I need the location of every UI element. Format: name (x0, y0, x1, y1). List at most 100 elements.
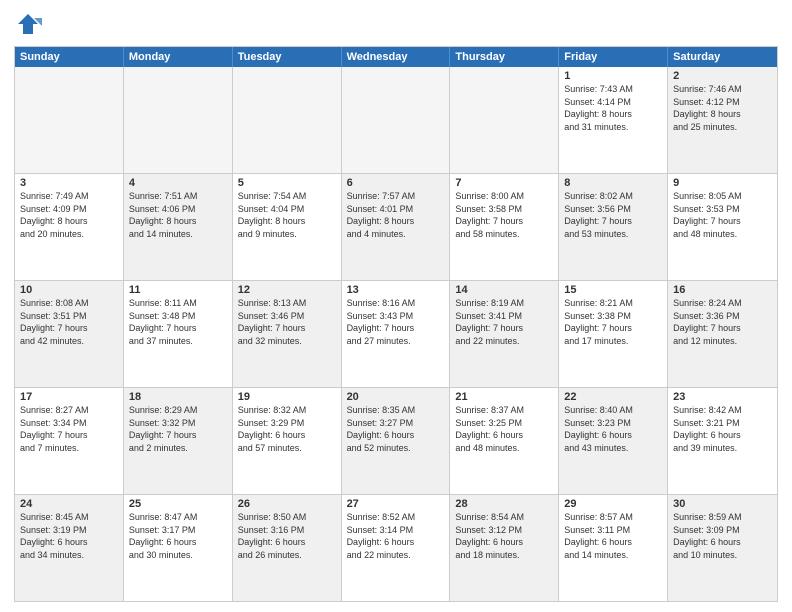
cell-info: Sunrise: 7:54 AM Sunset: 4:04 PM Dayligh… (238, 190, 336, 240)
cell-info: Sunrise: 7:57 AM Sunset: 4:01 PM Dayligh… (347, 190, 445, 240)
weekday-header: Monday (124, 47, 233, 67)
day-number: 12 (238, 284, 336, 296)
calendar-cell: 15Sunrise: 8:21 AM Sunset: 3:38 PM Dayli… (559, 281, 668, 387)
day-number: 25 (129, 498, 227, 510)
weekday-header: Friday (559, 47, 668, 67)
calendar-cell: 25Sunrise: 8:47 AM Sunset: 3:17 PM Dayli… (124, 495, 233, 601)
calendar-cell: 21Sunrise: 8:37 AM Sunset: 3:25 PM Dayli… (450, 388, 559, 494)
calendar-row: 3Sunrise: 7:49 AM Sunset: 4:09 PM Daylig… (15, 173, 777, 280)
calendar-cell: 5Sunrise: 7:54 AM Sunset: 4:04 PM Daylig… (233, 174, 342, 280)
day-number: 8 (564, 177, 662, 189)
calendar-cell: 18Sunrise: 8:29 AM Sunset: 3:32 PM Dayli… (124, 388, 233, 494)
calendar-cell: 17Sunrise: 8:27 AM Sunset: 3:34 PM Dayli… (15, 388, 124, 494)
day-number: 3 (20, 177, 118, 189)
calendar-row: 24Sunrise: 8:45 AM Sunset: 3:19 PM Dayli… (15, 494, 777, 601)
calendar-cell: 3Sunrise: 7:49 AM Sunset: 4:09 PM Daylig… (15, 174, 124, 280)
cell-info: Sunrise: 8:54 AM Sunset: 3:12 PM Dayligh… (455, 511, 553, 561)
calendar-cell: 12Sunrise: 8:13 AM Sunset: 3:46 PM Dayli… (233, 281, 342, 387)
calendar-cell: 6Sunrise: 7:57 AM Sunset: 4:01 PM Daylig… (342, 174, 451, 280)
calendar-cell: 2Sunrise: 7:46 AM Sunset: 4:12 PM Daylig… (668, 67, 777, 173)
cell-info: Sunrise: 8:13 AM Sunset: 3:46 PM Dayligh… (238, 297, 336, 347)
calendar-cell: 7Sunrise: 8:00 AM Sunset: 3:58 PM Daylig… (450, 174, 559, 280)
calendar-cell: 19Sunrise: 8:32 AM Sunset: 3:29 PM Dayli… (233, 388, 342, 494)
calendar-cell: 14Sunrise: 8:19 AM Sunset: 3:41 PM Dayli… (450, 281, 559, 387)
cell-info: Sunrise: 8:16 AM Sunset: 3:43 PM Dayligh… (347, 297, 445, 347)
day-number: 13 (347, 284, 445, 296)
cell-info: Sunrise: 8:47 AM Sunset: 3:17 PM Dayligh… (129, 511, 227, 561)
calendar-cell: 1Sunrise: 7:43 AM Sunset: 4:14 PM Daylig… (559, 67, 668, 173)
cell-info: Sunrise: 8:42 AM Sunset: 3:21 PM Dayligh… (673, 404, 772, 454)
cell-info: Sunrise: 8:59 AM Sunset: 3:09 PM Dayligh… (673, 511, 772, 561)
cell-info: Sunrise: 8:21 AM Sunset: 3:38 PM Dayligh… (564, 297, 662, 347)
calendar-row: 10Sunrise: 8:08 AM Sunset: 3:51 PM Dayli… (15, 280, 777, 387)
calendar-cell: 22Sunrise: 8:40 AM Sunset: 3:23 PM Dayli… (559, 388, 668, 494)
calendar-cell: 27Sunrise: 8:52 AM Sunset: 3:14 PM Dayli… (342, 495, 451, 601)
calendar-cell: 29Sunrise: 8:57 AM Sunset: 3:11 PM Dayli… (559, 495, 668, 601)
day-number: 28 (455, 498, 553, 510)
day-number: 24 (20, 498, 118, 510)
day-number: 19 (238, 391, 336, 403)
day-number: 22 (564, 391, 662, 403)
day-number: 17 (20, 391, 118, 403)
day-number: 16 (673, 284, 772, 296)
day-number: 14 (455, 284, 553, 296)
calendar-cell: 8Sunrise: 8:02 AM Sunset: 3:56 PM Daylig… (559, 174, 668, 280)
cell-info: Sunrise: 8:29 AM Sunset: 3:32 PM Dayligh… (129, 404, 227, 454)
day-number: 23 (673, 391, 772, 403)
calendar-cell (15, 67, 124, 173)
day-number: 15 (564, 284, 662, 296)
cell-info: Sunrise: 8:57 AM Sunset: 3:11 PM Dayligh… (564, 511, 662, 561)
logo-icon (14, 10, 42, 38)
calendar-cell: 30Sunrise: 8:59 AM Sunset: 3:09 PM Dayli… (668, 495, 777, 601)
day-number: 30 (673, 498, 772, 510)
calendar-cell: 9Sunrise: 8:05 AM Sunset: 3:53 PM Daylig… (668, 174, 777, 280)
day-number: 11 (129, 284, 227, 296)
day-number: 21 (455, 391, 553, 403)
cell-info: Sunrise: 8:50 AM Sunset: 3:16 PM Dayligh… (238, 511, 336, 561)
header (14, 10, 778, 38)
weekday-header: Tuesday (233, 47, 342, 67)
calendar-cell: 11Sunrise: 8:11 AM Sunset: 3:48 PM Dayli… (124, 281, 233, 387)
cell-info: Sunrise: 8:32 AM Sunset: 3:29 PM Dayligh… (238, 404, 336, 454)
cell-info: Sunrise: 8:05 AM Sunset: 3:53 PM Dayligh… (673, 190, 772, 240)
calendar-cell (450, 67, 559, 173)
cell-info: Sunrise: 8:11 AM Sunset: 3:48 PM Dayligh… (129, 297, 227, 347)
calendar-body: 1Sunrise: 7:43 AM Sunset: 4:14 PM Daylig… (15, 67, 777, 601)
cell-info: Sunrise: 8:19 AM Sunset: 3:41 PM Dayligh… (455, 297, 553, 347)
cell-info: Sunrise: 7:51 AM Sunset: 4:06 PM Dayligh… (129, 190, 227, 240)
cell-info: Sunrise: 8:52 AM Sunset: 3:14 PM Dayligh… (347, 511, 445, 561)
day-number: 4 (129, 177, 227, 189)
calendar-cell (233, 67, 342, 173)
cell-info: Sunrise: 8:40 AM Sunset: 3:23 PM Dayligh… (564, 404, 662, 454)
cell-info: Sunrise: 8:08 AM Sunset: 3:51 PM Dayligh… (20, 297, 118, 347)
day-number: 1 (564, 70, 662, 82)
cell-info: Sunrise: 7:46 AM Sunset: 4:12 PM Dayligh… (673, 83, 772, 133)
cell-info: Sunrise: 8:02 AM Sunset: 3:56 PM Dayligh… (564, 190, 662, 240)
calendar-cell: 13Sunrise: 8:16 AM Sunset: 3:43 PM Dayli… (342, 281, 451, 387)
calendar-row: 17Sunrise: 8:27 AM Sunset: 3:34 PM Dayli… (15, 387, 777, 494)
calendar-cell: 20Sunrise: 8:35 AM Sunset: 3:27 PM Dayli… (342, 388, 451, 494)
calendar-cell: 4Sunrise: 7:51 AM Sunset: 4:06 PM Daylig… (124, 174, 233, 280)
day-number: 2 (673, 70, 772, 82)
calendar-cell: 23Sunrise: 8:42 AM Sunset: 3:21 PM Dayli… (668, 388, 777, 494)
cell-info: Sunrise: 8:27 AM Sunset: 3:34 PM Dayligh… (20, 404, 118, 454)
calendar-header: SundayMondayTuesdayWednesdayThursdayFrid… (15, 47, 777, 67)
calendar-cell: 16Sunrise: 8:24 AM Sunset: 3:36 PM Dayli… (668, 281, 777, 387)
calendar-cell (342, 67, 451, 173)
calendar-cell: 10Sunrise: 8:08 AM Sunset: 3:51 PM Dayli… (15, 281, 124, 387)
day-number: 20 (347, 391, 445, 403)
weekday-header: Thursday (450, 47, 559, 67)
weekday-header: Wednesday (342, 47, 451, 67)
day-number: 10 (20, 284, 118, 296)
weekday-header: Saturday (668, 47, 777, 67)
calendar: SundayMondayTuesdayWednesdayThursdayFrid… (14, 46, 778, 602)
day-number: 5 (238, 177, 336, 189)
day-number: 18 (129, 391, 227, 403)
cell-info: Sunrise: 8:45 AM Sunset: 3:19 PM Dayligh… (20, 511, 118, 561)
cell-info: Sunrise: 8:00 AM Sunset: 3:58 PM Dayligh… (455, 190, 553, 240)
calendar-cell: 28Sunrise: 8:54 AM Sunset: 3:12 PM Dayli… (450, 495, 559, 601)
calendar-row: 1Sunrise: 7:43 AM Sunset: 4:14 PM Daylig… (15, 67, 777, 173)
logo (14, 10, 46, 38)
day-number: 7 (455, 177, 553, 189)
day-number: 27 (347, 498, 445, 510)
